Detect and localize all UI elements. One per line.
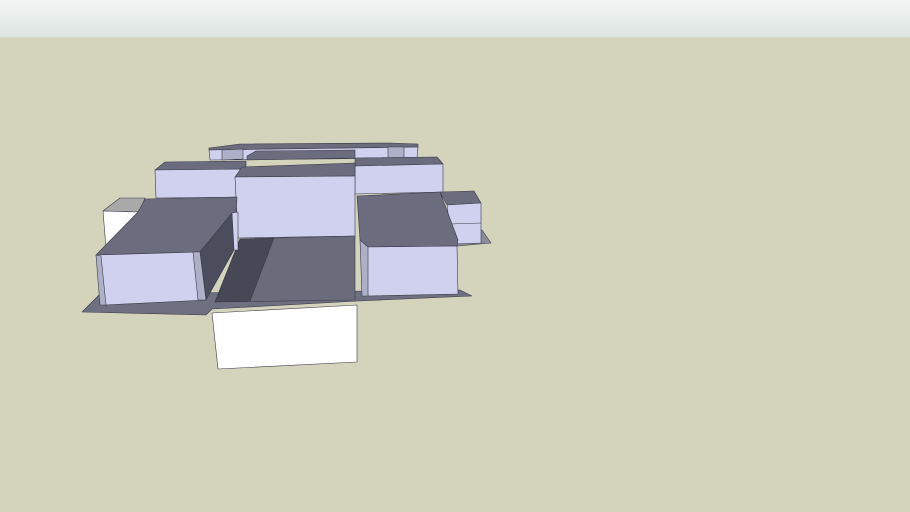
3d-viewport[interactable]	[0, 0, 910, 512]
left-back-roof	[154, 160, 247, 171]
right-small-roof	[439, 190, 482, 206]
left-back-wall	[154, 168, 247, 199]
right-back-wall	[354, 163, 444, 195]
front-white-box	[211, 304, 358, 370]
building-model	[81, 142, 492, 370]
rear-block-roof	[246, 149, 356, 161]
left-white-box-top	[102, 197, 146, 213]
right-big-wall	[364, 245, 459, 297]
right-big-roof	[356, 191, 459, 248]
left-big-wall	[95, 251, 207, 306]
right-big-wall-shade	[359, 239, 369, 297]
center-tower-roof	[234, 162, 356, 178]
back-building-wall-shade	[221, 148, 244, 161]
back-building-wall-shade	[387, 146, 405, 159]
center-tower-wall	[234, 175, 356, 239]
